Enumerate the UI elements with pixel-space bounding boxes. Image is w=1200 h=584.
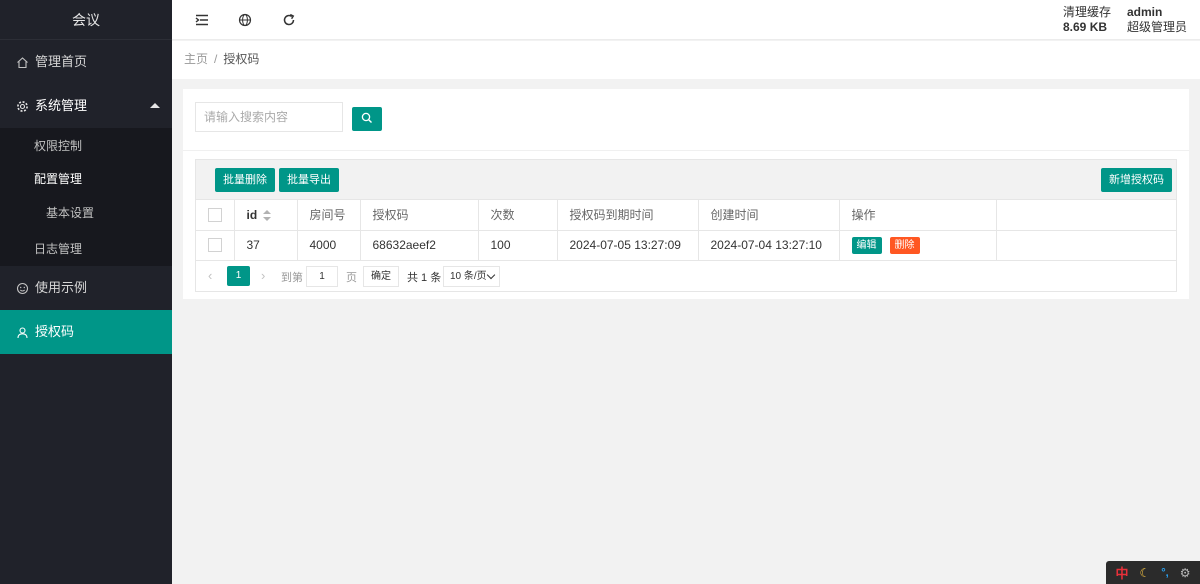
moon-icon[interactable]: ☾ — [1139, 566, 1150, 580]
user-role: 超级管理员 — [1127, 20, 1188, 34]
column-header-code: 授权码 — [360, 200, 479, 231]
column-label: id — [246, 207, 258, 222]
sidebar-item-examples[interactable]: 使用示例 — [0, 266, 172, 310]
sidebar-item-label: 系统管理 — [35, 98, 88, 113]
breadcrumb-current: 授权码 — [223, 52, 260, 66]
breadcrumb-home[interactable]: 主页 — [184, 52, 208, 66]
cell-actions: 编辑 删除 — [839, 230, 997, 261]
cell-code: 68632aeef2 — [360, 230, 479, 261]
next-page-icon[interactable]: › — [261, 268, 265, 283]
clear-cache-button[interactable]: 清理缓存 8.69 KB — [1063, 5, 1111, 35]
punctuation-icon[interactable]: °, — [1161, 567, 1168, 579]
divider — [183, 150, 1189, 151]
globe-icon[interactable] — [237, 12, 253, 28]
search-icon — [361, 112, 373, 127]
column-header-room: 房间号 — [297, 200, 361, 231]
cell-count: 100 — [478, 230, 558, 261]
table: id 房间号 授权码 次数 授权码到期时间 创建时间 操作 37 4000 68… — [196, 200, 1176, 261]
home-icon — [16, 56, 29, 69]
batch-export-button[interactable]: 批量导出 — [279, 168, 339, 192]
sidebar-item-home[interactable]: 管理首页 — [0, 40, 172, 84]
pagination: ‹ 1 › 到第 页 确定 共 1 条 10 条/页 — [196, 261, 1176, 292]
sidebar-item-auth-code[interactable]: 授权码 — [0, 310, 172, 354]
data-table: 批量删除 批量导出 新增授权码 id 房间号 授权码 次数 授权码到期时间 创建… — [195, 159, 1177, 292]
row-checkbox[interactable] — [208, 238, 222, 253]
breadcrumb-separator: / — [214, 52, 218, 66]
content-panel: 批量删除 批量导出 新增授权码 id 房间号 授权码 次数 授权码到期时间 创建… — [183, 89, 1189, 299]
settings-icon — [16, 100, 29, 113]
search-button[interactable] — [352, 107, 382, 131]
sidebar-item-label: 使用示例 — [35, 280, 88, 295]
search-input[interactable] — [195, 102, 343, 132]
sidebar-item-label: 授权码 — [35, 324, 75, 339]
ime-toolbar: 中 ☾ °, ⚙ — [1106, 561, 1200, 584]
cell-created: 2024-07-04 13:27:10 — [698, 230, 840, 261]
breadcrumb: 主页 / 授权码 — [172, 41, 1200, 79]
page-jump-input[interactable] — [306, 266, 338, 287]
batch-delete-button[interactable]: 批量删除 — [215, 168, 275, 192]
sidebar-item-logs[interactable]: 日志管理 — [0, 232, 172, 266]
total-count: 共 1 条 — [407, 272, 442, 284]
page-jump-confirm-button[interactable]: 确定 — [363, 266, 399, 287]
cache-label: 清理缓存 — [1063, 5, 1112, 19]
table-row: 37 4000 68632aeef2 100 2024-07-05 13:27:… — [196, 230, 1176, 261]
column-header-actions: 操作 — [839, 200, 997, 231]
row-checkbox-cell — [196, 230, 235, 261]
cache-size: 8.69 KB — [1063, 20, 1108, 34]
add-auth-code-button[interactable]: 新增授权码 — [1101, 168, 1172, 192]
page-unit-label: 页 — [346, 272, 357, 284]
app-logo: 会议 — [0, 0, 172, 40]
sidebar-item-basic-settings[interactable]: 基本设置 — [0, 194, 172, 232]
page-size-value: 10 条/页 — [450, 271, 487, 282]
prev-page-icon[interactable]: ‹ — [208, 268, 212, 283]
page-size-select[interactable]: 10 条/页 — [443, 266, 500, 287]
table-toolbar: 批量删除 批量导出 新增授权码 — [196, 160, 1176, 200]
sidebar-item-config[interactable]: 配置管理 — [0, 164, 172, 194]
sidebar-item-label: 权限控制 — [34, 139, 83, 153]
sidebar-item-permission[interactable]: 权限控制 — [0, 128, 172, 164]
delete-button[interactable]: 删除 — [889, 236, 920, 254]
top-header: 清理缓存 8.69 KB admin 超级管理员 — [172, 0, 1200, 40]
user-menu[interactable]: admin 超级管理员 — [1127, 5, 1187, 35]
page-1-button[interactable]: 1 — [227, 266, 250, 286]
chevron-down-icon — [486, 270, 496, 280]
sidebar-item-label: 管理首页 — [35, 54, 88, 69]
collapse-menu-icon[interactable] — [194, 12, 210, 28]
table-header-row: id 房间号 授权码 次数 授权码到期时间 创建时间 操作 — [196, 200, 1176, 231]
cell-id: 37 — [234, 230, 298, 261]
header-checkbox-cell — [196, 200, 235, 231]
refresh-icon[interactable] — [281, 12, 297, 28]
column-header-id[interactable]: id — [234, 200, 298, 231]
column-header-expire: 授权码到期时间 — [557, 200, 699, 231]
edit-button[interactable]: 编辑 — [851, 236, 882, 254]
sort-icon[interactable] — [263, 210, 272, 222]
goto-label: 到第 — [281, 272, 303, 284]
gear-icon[interactable]: ⚙ — [1180, 566, 1191, 580]
user-name: admin — [1127, 5, 1163, 19]
cell-expire: 2024-07-05 13:27:09 — [557, 230, 699, 261]
face-icon — [16, 282, 29, 295]
user-icon — [16, 326, 29, 339]
column-header-count: 次数 — [478, 200, 558, 231]
caret-up-icon — [150, 103, 160, 108]
sidebar: 会议 管理首页 系统管理 权限控制 配置管理 基本设置 日志管理 使用示例 授权… — [0, 0, 172, 584]
column-header-created: 创建时间 — [698, 200, 840, 231]
select-all-checkbox[interactable] — [208, 208, 222, 223]
sidebar-item-label: 配置管理 — [34, 172, 83, 186]
sidebar-item-system[interactable]: 系统管理 — [0, 84, 172, 128]
cell-room: 4000 — [297, 230, 361, 261]
cell-filler — [996, 230, 1176, 261]
column-header-filler — [996, 200, 1176, 231]
ime-language-toggle[interactable]: 中 — [1115, 563, 1128, 582]
system-submenu: 权限控制 配置管理 基本设置 日志管理 — [0, 128, 172, 266]
